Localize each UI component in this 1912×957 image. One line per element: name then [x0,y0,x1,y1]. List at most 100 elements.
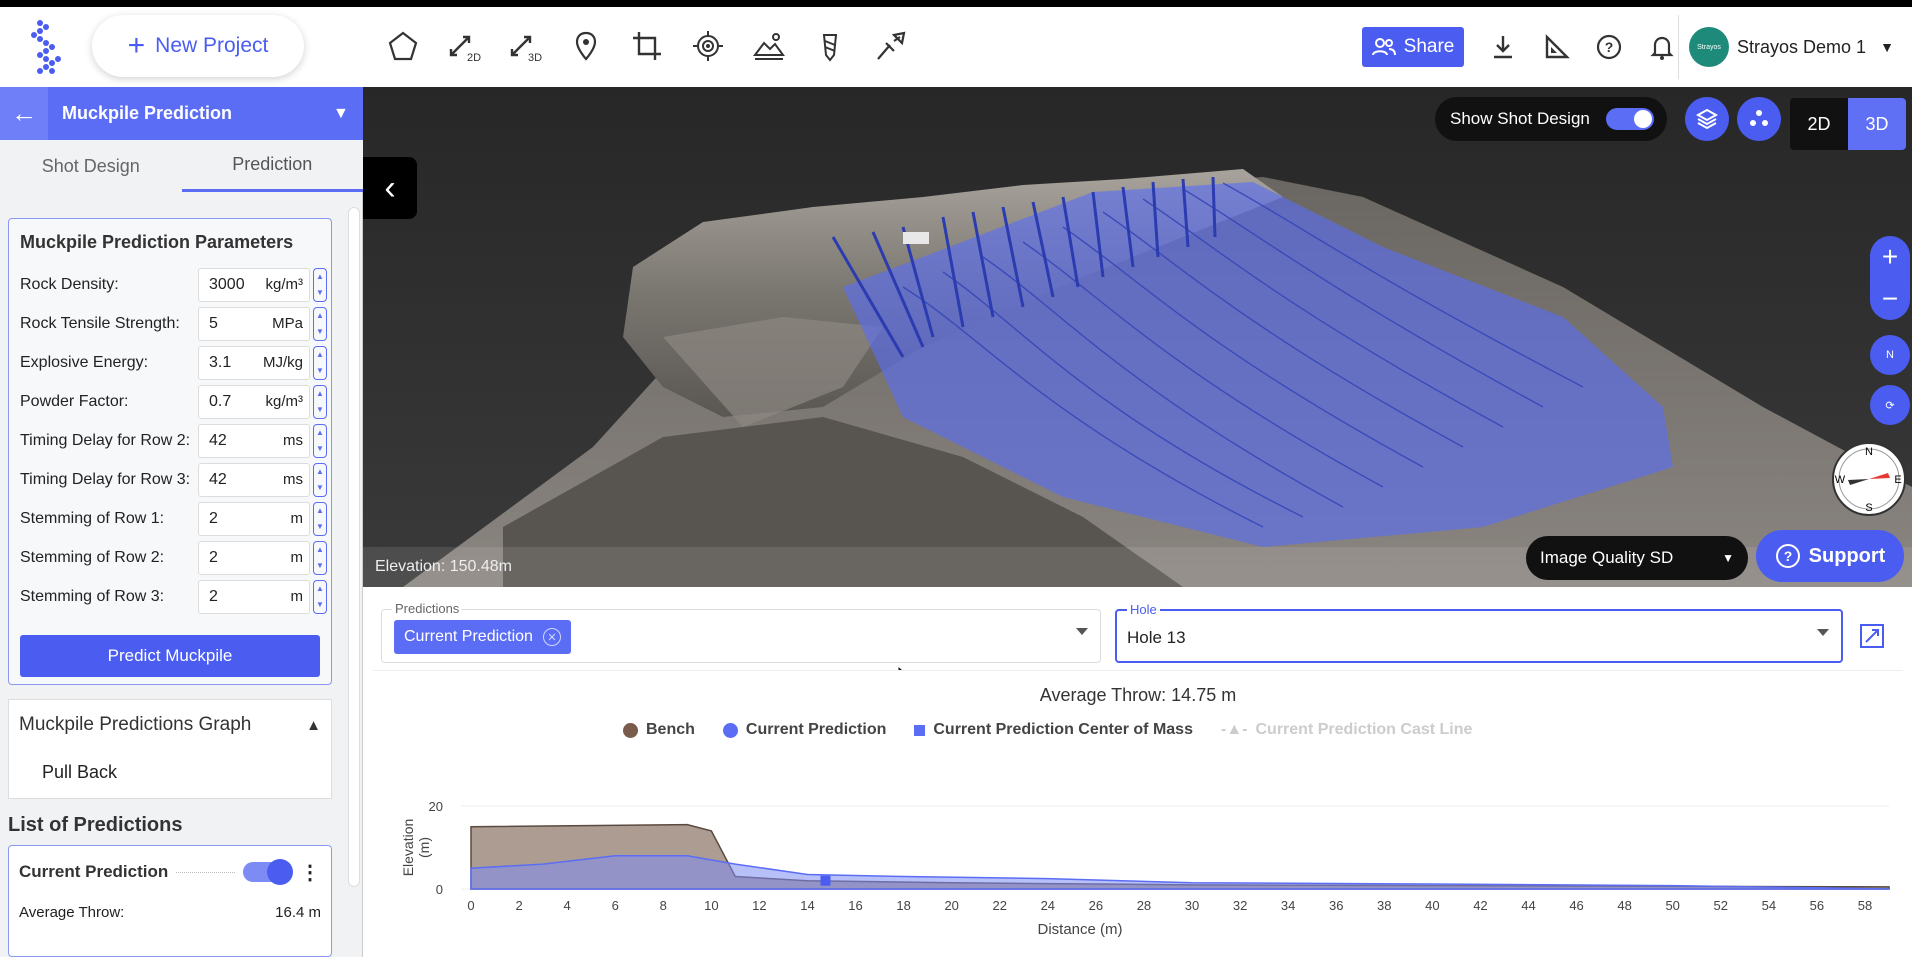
param-stepper[interactable]: ▲ ▼ [313,540,327,575]
stepper-down-icon[interactable]: ▼ [316,366,324,375]
target-icon[interactable] [677,25,738,67]
param-stepper[interactable]: ▲ ▼ [313,267,327,302]
stepper-up-icon[interactable]: ▲ [316,311,324,320]
param-label: Timing Delay for Row 3: [20,470,191,488]
param-input[interactable]: 3.1 MJ/kg [198,345,310,380]
mode-3d-button[interactable]: 3D [1848,98,1906,150]
stepper-down-icon[interactable]: ▼ [316,483,324,492]
prediction-card[interactable]: Current Prediction ⋮ Average Throw: 16.4… [8,845,332,957]
hole-label: Hole [1127,602,1160,617]
stepper-up-icon[interactable]: ▲ [316,428,324,437]
crop-icon[interactable] [616,25,677,67]
stepper-down-icon[interactable]: ▼ [316,444,324,453]
show-shot-design-toggle[interactable] [1605,108,1654,130]
points-cluster-icon[interactable] [1737,97,1781,141]
image-quality-select[interactable]: Image Quality SD ▼ [1526,536,1748,580]
graph-card-header[interactable]: Muckpile Predictions Graph ▲ [9,700,331,750]
compass-icon[interactable]: N S E W [1830,440,1908,518]
param-stepper[interactable]: ▲ ▼ [313,345,327,380]
param-stepper[interactable]: ▲ ▼ [313,579,327,614]
param-label: Rock Density: [20,275,119,293]
kebab-menu-icon[interactable]: ⋮ [299,860,321,885]
stepper-down-icon[interactable]: ▼ [316,561,324,570]
download-icon[interactable] [1476,27,1529,67]
blast-icon[interactable] [860,25,921,67]
share-label: Share [1403,36,1455,57]
stepper-up-icon[interactable]: ▲ [316,467,324,476]
hole-value: Hole 13 [1127,628,1186,647]
mode-2d-button[interactable]: 2D [1790,98,1848,150]
tab-shot-design[interactable]: Shot Design [0,140,182,192]
sidebar-scrollbar[interactable] [348,207,360,887]
share-button[interactable]: Share [1362,27,1464,67]
support-button[interactable]: ? Support [1756,530,1904,582]
zoom-out-icon[interactable]: − [1882,283,1898,315]
polygon-tool-icon[interactable] [372,25,433,67]
layers-icon[interactable] [1685,97,1729,141]
chevron-up-icon[interactable]: ▲ [306,717,321,734]
sidebar-tabs: Shot Design Prediction [0,140,363,192]
param-stepper[interactable]: ▲ ▼ [313,306,327,341]
param-input[interactable]: 3000 kg/m³ [198,267,310,302]
params-title: Muckpile Prediction Parameters [20,232,294,252]
param-stepper[interactable]: ▲ ▼ [313,462,327,497]
caret-down-icon[interactable]: ▼ [333,105,363,123]
hole-select[interactable]: Hole Hole 13 [1115,602,1843,663]
show-shot-design-control[interactable]: Show Shot Design [1435,97,1667,141]
prediction-chip[interactable]: Current Prediction ✕ [394,620,571,654]
measure-3d-icon[interactable]: 3D [494,25,555,67]
param-input[interactable]: 2m [198,579,310,614]
param-unit: MPa [272,315,303,332]
user-menu[interactable]: Strayos Strayos Demo 1 ▼ [1678,15,1903,79]
param-input[interactable]: 0.7 kg/m³ [198,384,310,419]
remove-chip-icon[interactable]: ✕ [542,628,561,646]
terrain-icon[interactable] [738,25,799,67]
location-pin-icon[interactable] [555,25,616,67]
set-square-icon[interactable] [1529,27,1582,67]
tab-prediction[interactable]: Prediction [181,140,363,192]
predict-muckpile-button[interactable]: Predict Muckpile [20,635,320,677]
help-icon[interactable]: ? [1582,27,1635,67]
param-value: 3000 [209,275,245,293]
stepper-up-icon[interactable]: ▲ [316,350,324,359]
prediction-visibility-toggle[interactable] [243,859,293,885]
param-value: 42 [209,470,227,488]
stepper-down-icon[interactable]: ▼ [316,405,324,414]
rotate-north-icon[interactable]: N [1870,335,1910,375]
predictions-select[interactable]: Predictions Current Prediction ✕ [381,601,1101,663]
stepper-up-icon[interactable]: ▲ [316,389,324,398]
x-tick-label: 26 [1089,898,1103,913]
param-stepper[interactable]: ▲ ▼ [313,501,327,536]
stepper-up-icon[interactable]: ▲ [316,272,324,281]
param-input[interactable]: 42 ms [198,423,310,458]
param-stepper[interactable]: ▲ ▼ [313,384,327,419]
stepper-up-icon[interactable]: ▲ [316,506,324,515]
param-row: Rock Density: 3000 kg/m³ ▲ ▼ [9,265,331,304]
zoom-in-icon[interactable]: + [1882,241,1898,273]
stepper-down-icon[interactable]: ▼ [316,522,324,531]
3d-viewport[interactable]: ‹ Show Shot Design 2D 3D + − N ⟳ N S E W… [363,87,1912,587]
param-input[interactable]: 2m [198,501,310,536]
rotate-view-icon[interactable]: ⟳ [1870,385,1910,425]
x-tick-label: 44 [1521,898,1535,913]
stepper-up-icon[interactable]: ▲ [316,545,324,554]
pull-back-option[interactable]: Pull Back [9,750,331,783]
stepper-down-icon[interactable]: ▼ [316,327,324,336]
param-input[interactable]: 5 MPa [198,306,310,341]
new-project-button[interactable]: + New Project [92,15,304,77]
strayos-logo[interactable] [26,17,74,77]
param-input[interactable]: 42 ms [198,462,310,497]
stepper-down-icon[interactable]: ▼ [316,288,324,297]
param-stepper[interactable]: ▲ ▼ [313,423,327,458]
back-arrow-icon[interactable]: ← [0,87,48,140]
drill-icon[interactable] [799,25,860,67]
center-of-mass-marker [820,875,831,886]
measure-2d-icon[interactable]: 2D [433,25,494,67]
stepper-down-icon[interactable]: ▼ [316,600,324,609]
expand-icon[interactable] [1859,623,1885,649]
stepper-up-icon[interactable]: ▲ [316,584,324,593]
prediction-name: Current Prediction [19,862,169,881]
collapse-sidebar-button[interactable]: ‹ [363,157,417,219]
param-row: Explosive Energy: 3.1 MJ/kg ▲ ▼ [9,343,331,382]
param-input[interactable]: 2m [198,540,310,575]
